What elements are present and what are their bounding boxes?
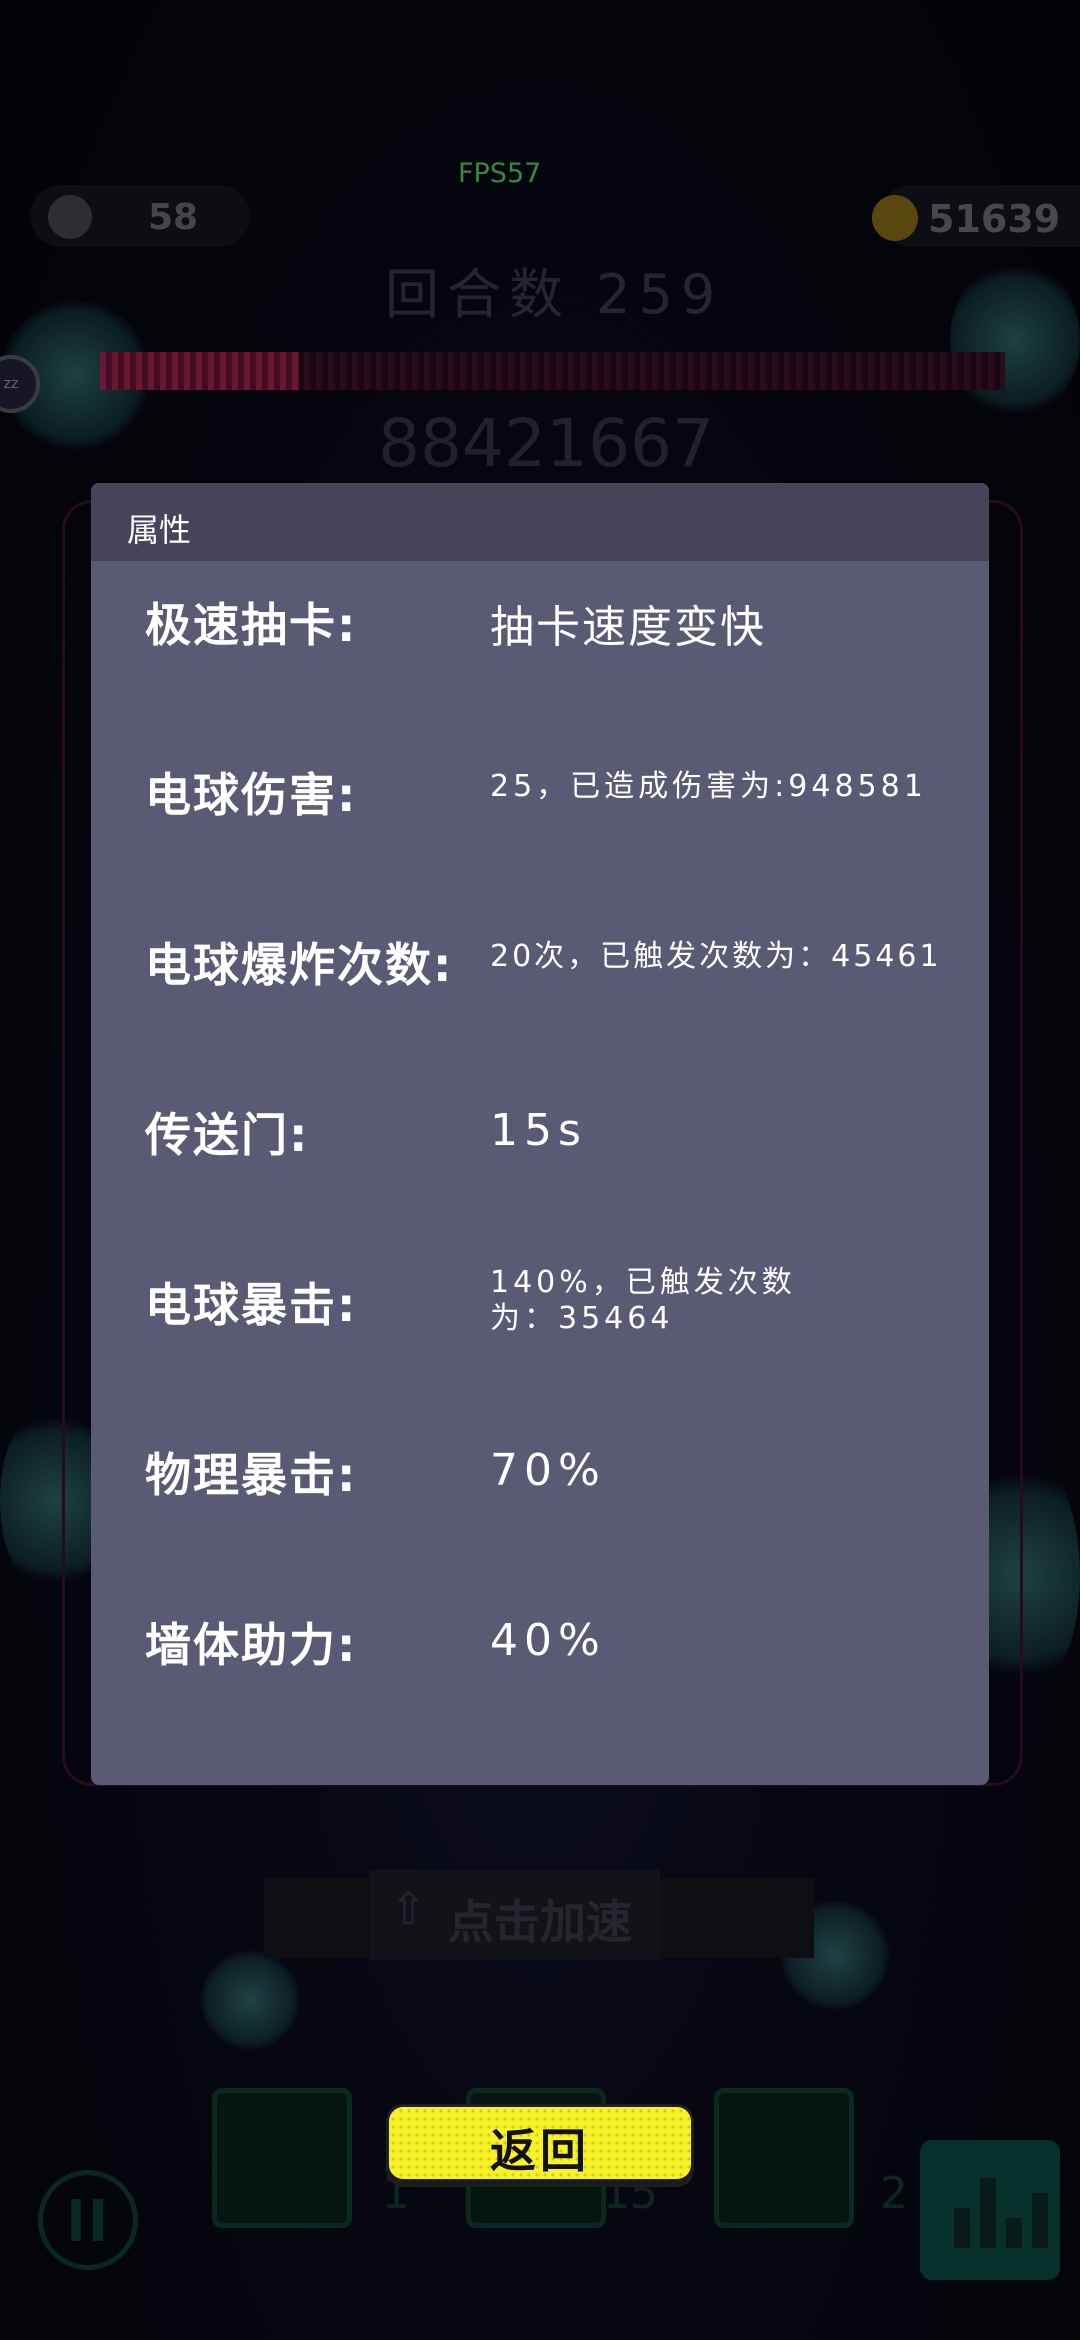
- attribute-label: 墙体助力:: [145, 1618, 358, 1672]
- attribute-label: 极速抽卡:: [145, 598, 358, 652]
- attribute-label: 电球暴击:: [145, 1278, 358, 1332]
- attribute-label: 电球爆炸次数:: [145, 938, 454, 992]
- dialog-title: 属性: [127, 511, 192, 549]
- attribute-label: 物理暴击:: [145, 1448, 358, 1502]
- dialog-header: 属性: [91, 483, 989, 561]
- attribute-value: 15s: [490, 1105, 587, 1156]
- back-button-label: 返回: [490, 2124, 590, 2178]
- attribute-value: 20次，已触发次数为：45461: [490, 939, 942, 974]
- attribute-value: 抽卡速度变快: [490, 602, 766, 653]
- attribute-label: 传送门:: [145, 1108, 310, 1162]
- attribute-value: 40%: [490, 1615, 606, 1666]
- attributes-dialog: 属性 极速抽卡: 抽卡速度变快 电球伤害: 25，已造成伤害为:948581 电…: [91, 483, 989, 1785]
- attribute-value: 70%: [490, 1445, 606, 1496]
- attribute-value: 25，已造成伤害为:948581: [490, 769, 927, 804]
- attribute-label: 电球伤害:: [145, 768, 358, 822]
- attribute-value: 140%，已触发次数为：35464: [490, 1265, 796, 1336]
- back-button[interactable]: 返回: [389, 2107, 691, 2179]
